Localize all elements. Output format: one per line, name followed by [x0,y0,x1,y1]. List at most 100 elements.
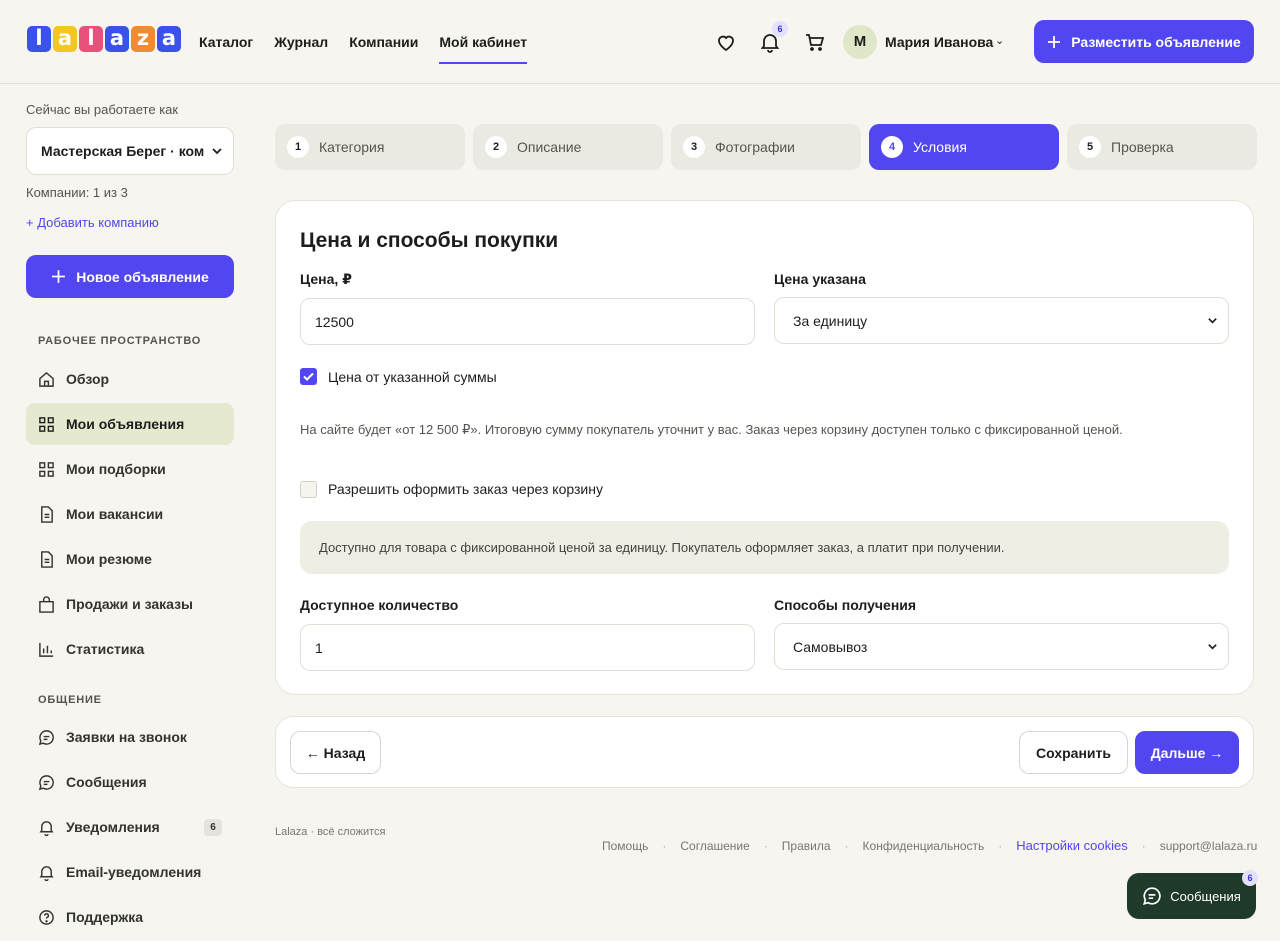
nav-companies[interactable]: Компании [349,0,418,84]
sidebar-item-my-ads[interactable]: Мои объявления [26,403,234,445]
footer-link-privacy[interactable]: Конфиденциальность [863,839,985,853]
sidebar-item-email-notifications[interactable]: Email-уведомления [26,851,234,893]
document-icon [41,550,53,568]
qty-label: Доступное количество [300,597,459,613]
companies-count: Компании: 1 из 3 [26,185,128,200]
price-form-card: Цена и способы покупки Цена, ₽ 12500 Цен… [275,200,1254,695]
logo-letter: l [79,26,103,52]
price-label: Цена, ₽ [300,271,352,287]
company-select[interactable]: Мастерская Берег · ком [26,127,234,175]
qty-value: 1 [315,639,323,656]
cart-icon[interactable] [803,30,827,54]
footer-separator: · [844,838,849,853]
footer-link-rules[interactable]: Правила [782,839,831,853]
qty-input[interactable]: 1 [300,624,755,671]
footer-link-agreement[interactable]: Соглашение [680,839,749,853]
step-number: 2 [485,136,507,158]
sidebar-item-label: Мои вакансии [66,506,164,522]
workspace-section-title: РАБОЧЕЕ ПРОСТРАНСТВО [38,335,202,347]
sidebar-item-resumes[interactable]: Мои резюме [26,538,234,580]
home-icon [39,371,54,387]
step-conditions[interactable]: 4 Условия [869,124,1059,170]
nav-my-cabinet[interactable]: Мой кабинет [439,0,527,84]
nav-journal[interactable]: Журнал [274,0,328,84]
notifications-badge: 6 [772,21,788,37]
sidebar-item-label: Мои резюме [66,551,152,567]
sidebar-item-overview[interactable]: Обзор [26,358,234,400]
sidebar-item-stats[interactable]: Статистика [26,628,234,670]
lalaza-logo[interactable]: lalaza [27,26,181,52]
sidebar-item-sales[interactable]: Продажи и заказы [26,583,234,625]
step-label: Описание [517,139,582,155]
step-label: Фотографии [715,139,796,155]
cart-checkbox[interactable] [300,481,317,498]
heart-icon[interactable] [714,30,738,54]
price-value: 12500 [315,313,354,330]
sidebar-item-label: Уведомления [66,819,160,835]
step-number: 3 [683,136,705,158]
sidebar-item-call-requests[interactable]: Заявки на звонок [26,716,234,758]
messages-fab[interactable]: Сообщения [1127,873,1256,919]
back-button[interactable]: ← Назад [290,731,381,774]
delivery-label: Способы получения [774,597,917,613]
chevron-down-icon[interactable]: ⌄ [995,34,1004,47]
check-icon [303,372,314,381]
footer-link-cookies[interactable]: Настройки cookies [1016,838,1127,853]
sidebar-item-label: Мои объявления [66,416,185,432]
delivery-select[interactable]: Самовывоз [774,623,1229,670]
footer-tagline: Lalaza · всё сложится [275,826,386,838]
sidebar-item-vacancies[interactable]: Мои вакансии [26,493,234,535]
footer-link-email[interactable]: support@lalaza.ru [1160,839,1258,853]
footer-separator: · [662,838,667,853]
company-select-value: Мастерская Берег · ком [41,143,205,159]
bell-icon [39,865,54,881]
step-description[interactable]: 2 Описание [473,124,663,170]
sidebar-item-collections[interactable]: Мои подборки [26,448,234,490]
save-button[interactable]: Сохранить [1019,731,1128,774]
step-label: Категория [319,139,385,155]
sidebar-item-label: Email-уведомления [66,864,202,880]
footer-link-help[interactable]: Помощь [602,839,648,853]
help-icon [39,909,54,925]
post-ad-button[interactable]: Разместить объявление [1034,20,1254,63]
from-amount-label[interactable]: Цена от указанной суммы [328,369,497,385]
grid-icon [39,461,54,477]
add-company-link[interactable]: + Добавить компанию [26,215,159,230]
price-type-select[interactable]: За единицу [774,297,1229,344]
bell-icon [39,820,54,836]
bag-icon [39,595,54,613]
from-amount-checkbox[interactable] [300,368,317,385]
sidebar-item-support[interactable]: Поддержка [26,896,234,938]
logo-letter: a [157,26,181,52]
new-ad-button[interactable]: Новое объявление [26,255,234,298]
avatar[interactable]: М [843,25,877,59]
step-category[interactable]: 1 Категория [275,124,465,170]
chat-icon [38,774,54,790]
sidebar-item-label: Поддержка [66,909,144,925]
messages-fab-label: Сообщения [1170,888,1241,904]
cart-label[interactable]: Разрешить оформить заказ через корзину [328,481,603,497]
chevron-down-icon [1208,318,1217,324]
form-title: Цена и способы покупки [300,229,559,252]
delivery-value: Самовывоз [793,638,868,655]
nav-catalog[interactable]: Каталог [199,0,253,84]
sidebar-item-label: Заявки на звонок [66,729,187,745]
wizard-steps: 1 Категория 2 Описание 3 Фотографии 4 Услови… [275,124,1257,170]
user-name[interactable]: Мария Иванова [885,34,993,50]
sidebar-item-label: Обзор [66,371,110,387]
price-input[interactable]: 12500 [300,298,755,345]
logo-letter: a [105,26,129,52]
sidebar-item-messages[interactable]: Сообщения [26,761,234,803]
next-button[interactable]: Дальше → [1135,731,1239,774]
grid-icon [39,416,54,432]
document-icon [41,505,53,523]
cart-info-box: Доступно для товара с фиксированной цено… [300,521,1229,574]
sidebar-item-label: Продажи и заказы [66,596,194,612]
main-nav: Каталог Журнал Компании Мой кабинет [199,0,527,84]
working-as-label: Сейчас вы работаете как [26,102,179,117]
step-review[interactable]: 5 Проверка [1067,124,1257,170]
chevron-down-icon [212,148,222,155]
logo-letter: z [131,26,155,52]
sidebar-item-notifications[interactable]: Уведомления 6 [26,806,234,848]
step-photos[interactable]: 3 Фотографии [671,124,861,170]
